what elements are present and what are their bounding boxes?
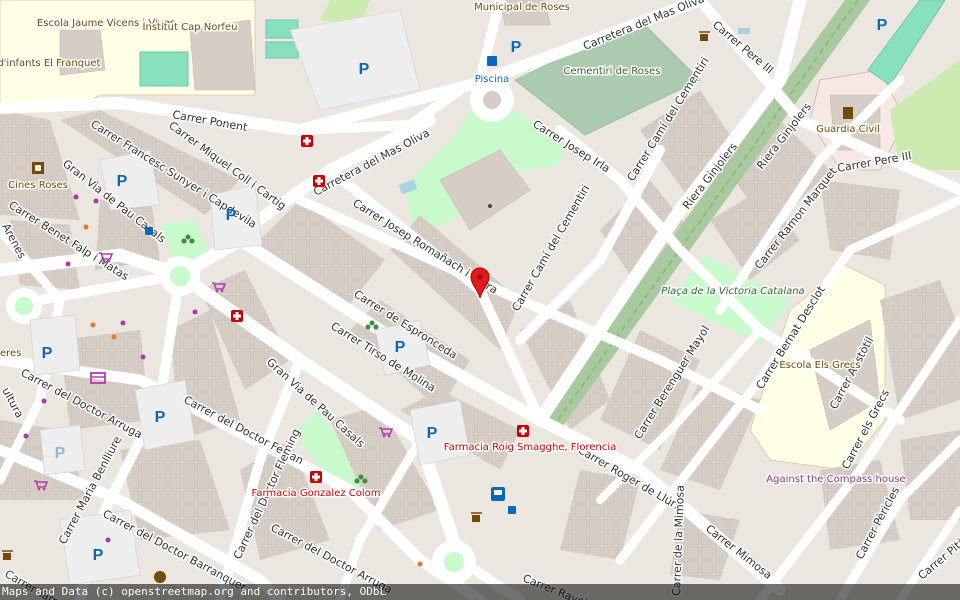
poi-eres: eres: [0, 348, 21, 359]
sports-pitch: [139, 51, 189, 87]
poi-against: Against the Compass house: [766, 474, 905, 485]
cinema-icon: [32, 162, 44, 174]
parking-icon: P: [395, 339, 406, 356]
poi-guardia: Guardia Civil: [816, 124, 880, 135]
pharmacy-icon: [517, 425, 529, 437]
pharmacy-icon: [310, 471, 322, 483]
pharmacy-icon: [231, 310, 243, 322]
parking-icon: P: [359, 61, 370, 78]
parking-icon: P: [117, 173, 128, 190]
bus-station-icon: [491, 487, 505, 501]
poi-farmacia-roig: Farmacia Roig Smagghe, Florencia: [444, 442, 616, 453]
pharmacy-icon: [301, 135, 313, 147]
bus-stop-icon: [508, 506, 516, 514]
poi-cines: Cines Roses: [8, 180, 68, 191]
attribution-bar: Maps and Data (c) openstreetmap.org and …: [0, 584, 960, 600]
poi-municipal: Municipal de Roses: [474, 2, 570, 13]
poi-farmacia-gonzalez: Farmacia Gonzalez Colom: [251, 488, 380, 499]
parking-icon: P: [93, 547, 104, 564]
pool: [738, 28, 750, 34]
pharmacy-icon: [313, 175, 325, 187]
poi-cementiri: Cementiri de Roses: [563, 66, 660, 77]
bus-stop-icon: [145, 227, 153, 235]
police-icon: [843, 107, 853, 119]
poi-institut: Institut Cap Norfeu: [143, 22, 238, 33]
map-canvas[interactable]: Carrer Ponent Carrer Francesc Sunyer i C…: [0, 0, 960, 600]
parking-icon: P: [427, 425, 438, 442]
parking-icon: P: [511, 39, 522, 56]
poi-placa: Plaça de la Victoria Catalana: [661, 286, 804, 297]
poi-piscina: Piscina: [475, 74, 510, 85]
sports-pitch-3: [265, 41, 299, 59]
parking-icon: P: [877, 17, 888, 34]
poi-llar: Llar d'infants El Franquet: [0, 58, 101, 69]
parking-icon: P: [155, 409, 166, 426]
parking-icon: P: [226, 207, 237, 224]
swimming-pool-icon: [487, 56, 497, 66]
parking-icon: P: [42, 345, 53, 362]
parking-icon: P: [55, 445, 66, 462]
tree-icon: [488, 204, 492, 208]
poi-escola-grecs: Escola Els Grecs: [779, 360, 860, 371]
theatre-icon: [154, 571, 166, 583]
